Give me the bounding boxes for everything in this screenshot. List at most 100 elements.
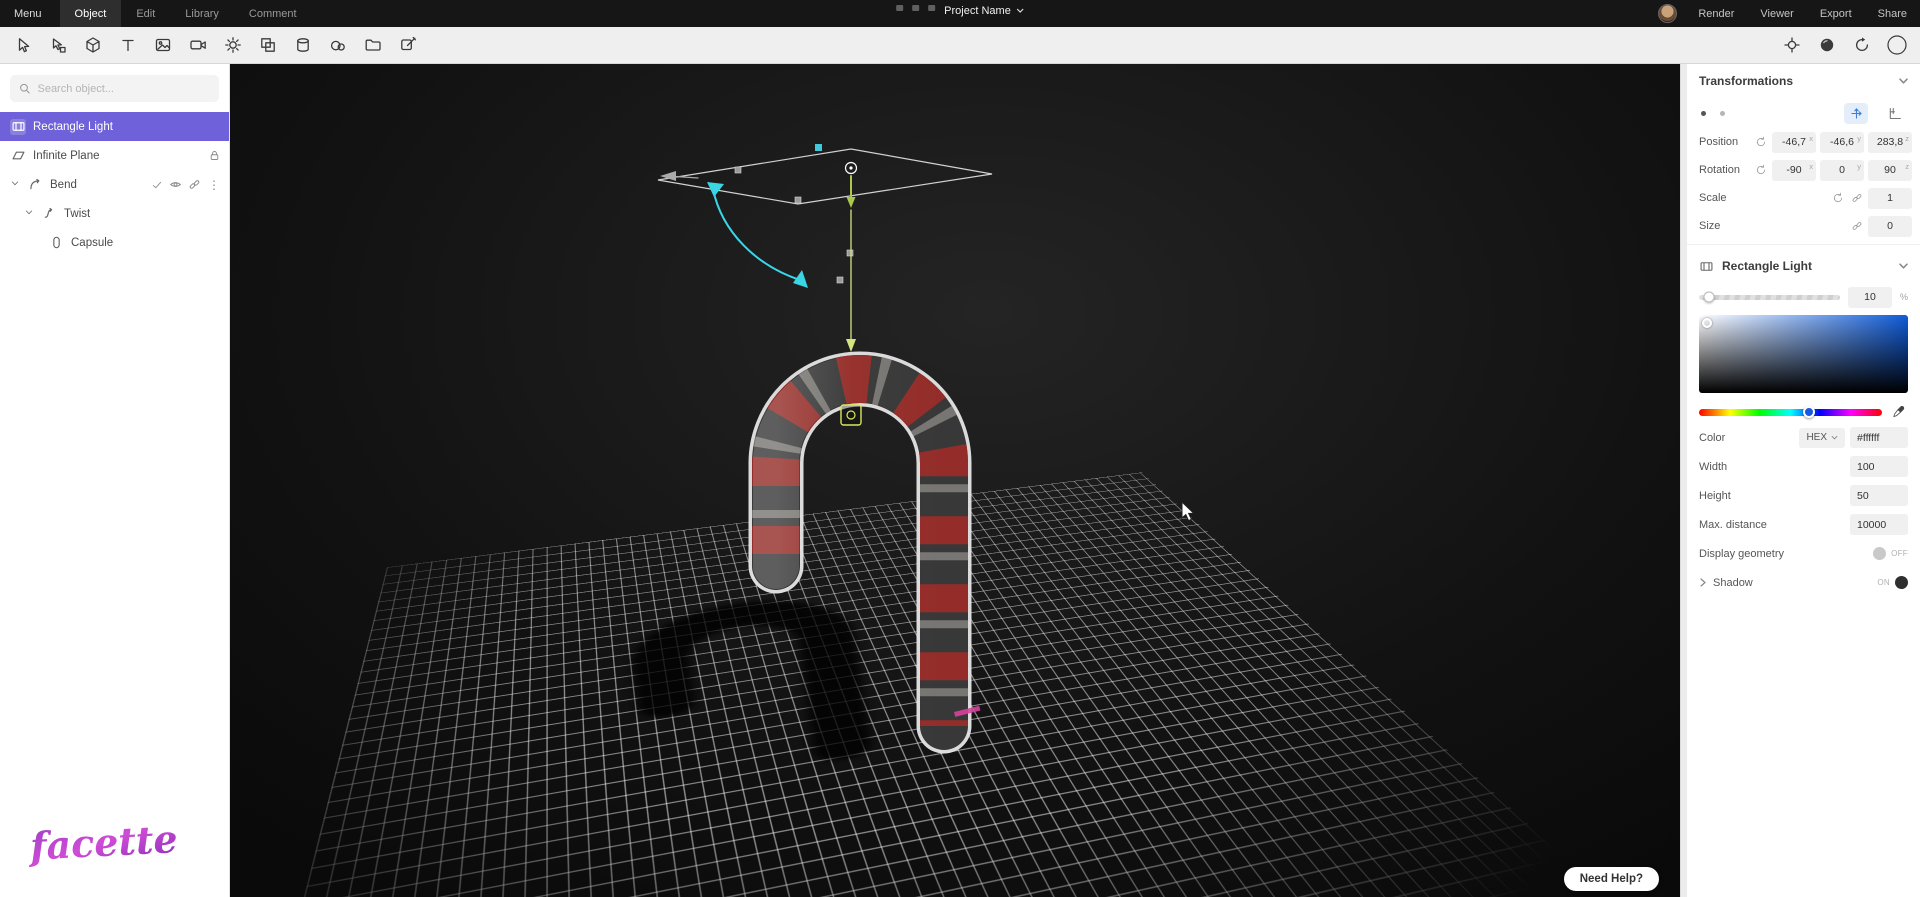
tab-library[interactable]: Library bbox=[170, 0, 234, 27]
folder-tool-button[interactable] bbox=[358, 30, 388, 60]
user-avatar[interactable] bbox=[1658, 4, 1678, 23]
reset-scale-icon[interactable] bbox=[1830, 191, 1845, 206]
max-distance-row: Max. distance 10000 bbox=[1687, 510, 1920, 539]
intensity-slider[interactable] bbox=[1699, 291, 1840, 303]
hue-slider[interactable] bbox=[1699, 406, 1882, 418]
hue-handle[interactable] bbox=[1802, 406, 1815, 418]
light-icon bbox=[225, 37, 241, 53]
size-input[interactable]: 0 bbox=[1868, 215, 1912, 237]
history-button[interactable] bbox=[1847, 30, 1877, 60]
display-geometry-toggle[interactable] bbox=[1873, 547, 1887, 560]
material-preview-button[interactable] bbox=[1812, 30, 1842, 60]
reset-position-icon[interactable] bbox=[1753, 135, 1768, 150]
boolean-tool-button[interactable] bbox=[253, 30, 283, 60]
text-icon bbox=[122, 39, 134, 52]
select-tool-button[interactable] bbox=[8, 30, 38, 60]
hex-value-input[interactable]: #ffffff bbox=[1850, 427, 1908, 448]
color-picker-handle[interactable] bbox=[1702, 318, 1712, 328]
layer-bend[interactable]: Bend ⋮ bbox=[0, 170, 229, 199]
expand-chevron-icon[interactable] bbox=[10, 178, 20, 191]
tab-edit[interactable]: Edit bbox=[121, 0, 170, 27]
scene-3d[interactable] bbox=[230, 64, 1687, 897]
render-button[interactable]: Render bbox=[1685, 8, 1747, 20]
viewer-button[interactable]: Viewer bbox=[1747, 8, 1806, 20]
position-z-input[interactable]: 283,8 z bbox=[1868, 131, 1912, 153]
camera-tool-button[interactable] bbox=[183, 30, 213, 60]
rotation-x-input[interactable]: -90 x bbox=[1772, 159, 1816, 181]
viewport-scrollbar[interactable] bbox=[1680, 64, 1687, 897]
layer-infinite-plane[interactable]: Infinite Plane bbox=[0, 141, 229, 170]
slider-handle[interactable] bbox=[1703, 291, 1715, 303]
axes-mode-button[interactable] bbox=[1844, 102, 1868, 124]
position-x-input[interactable]: -46,7 x bbox=[1772, 131, 1816, 153]
width-input[interactable]: 100 bbox=[1850, 456, 1908, 477]
lock-icon[interactable] bbox=[208, 149, 221, 162]
project-name-menu[interactable]: Project Name bbox=[944, 5, 1024, 17]
scale-input[interactable]: 1 bbox=[1868, 187, 1912, 209]
eyedropper-icon[interactable] bbox=[1890, 403, 1908, 421]
gizmo-handle[interactable] bbox=[836, 276, 844, 284]
max-distance-label: Max. distance bbox=[1699, 518, 1767, 531]
tab-object[interactable]: Object bbox=[59, 0, 122, 27]
eye-icon[interactable] bbox=[169, 178, 182, 191]
gizmo-handle[interactable] bbox=[794, 196, 802, 204]
green-axis-arrow-head bbox=[846, 197, 856, 208]
rectangle-light-section-header[interactable]: Rectangle Light bbox=[1687, 249, 1920, 283]
chevron-down-icon[interactable] bbox=[1899, 75, 1908, 87]
gizmo-handle[interactable] bbox=[734, 166, 742, 174]
circle-icon bbox=[1887, 35, 1907, 55]
tab-comment[interactable]: Comment bbox=[234, 0, 312, 27]
chevron-right-icon[interactable] bbox=[1699, 578, 1707, 587]
image-tool-button[interactable] bbox=[148, 30, 178, 60]
search-input[interactable] bbox=[37, 82, 211, 95]
rotation-z-input[interactable]: 90 z bbox=[1868, 159, 1912, 181]
shadow-toggle[interactable] bbox=[1895, 576, 1908, 589]
light-target-handle[interactable] bbox=[840, 404, 862, 426]
check-icon[interactable] bbox=[151, 179, 163, 191]
app-window: Menu Object Edit Library Comment Project… bbox=[0, 0, 1920, 897]
focus-view-button[interactable] bbox=[1777, 30, 1807, 60]
cylinder-tool-button[interactable] bbox=[288, 30, 318, 60]
primitive-tool-button[interactable] bbox=[78, 30, 108, 60]
chevron-down-icon[interactable] bbox=[1899, 260, 1908, 272]
gizmo-handle[interactable] bbox=[846, 249, 854, 257]
text-tool-button[interactable] bbox=[113, 30, 143, 60]
viewport-3d[interactable]: Need Help? bbox=[230, 64, 1687, 897]
expand-chevron-icon[interactable] bbox=[24, 207, 34, 220]
draw-tool-button[interactable] bbox=[393, 30, 423, 60]
position-y-input[interactable]: -46,6 y bbox=[1820, 131, 1864, 153]
help-button[interactable]: Need Help? bbox=[1563, 867, 1659, 891]
color-saturation-area[interactable] bbox=[1699, 315, 1908, 393]
link-icon[interactable] bbox=[188, 178, 201, 191]
pivot-dot-button-2[interactable] bbox=[1720, 110, 1725, 116]
pivot-dot-button[interactable] bbox=[1701, 110, 1706, 116]
node-tool-button[interactable] bbox=[43, 30, 73, 60]
blob-tool-button[interactable] bbox=[323, 30, 353, 60]
scale-row: Scale 1 bbox=[1687, 184, 1920, 212]
max-distance-input[interactable]: 10000 bbox=[1850, 514, 1908, 535]
link-scale-icon[interactable] bbox=[1849, 191, 1864, 206]
share-button[interactable]: Share bbox=[1865, 8, 1920, 20]
layer-capsule[interactable]: Capsule bbox=[0, 228, 229, 257]
export-button[interactable]: Export bbox=[1807, 8, 1865, 20]
render-preview-button[interactable] bbox=[1882, 30, 1912, 60]
cropped-toolbar-icon bbox=[912, 4, 920, 11]
menu-button[interactable]: Menu bbox=[0, 8, 60, 20]
light-tool-button[interactable] bbox=[218, 30, 248, 60]
rotate-arrow-icon bbox=[1855, 37, 1869, 52]
display-geometry-label: Display geometry bbox=[1699, 547, 1784, 560]
link-size-icon[interactable] bbox=[1849, 219, 1864, 234]
display-geometry-row: Display geometry OFF bbox=[1687, 539, 1920, 568]
layer-rectangle-light[interactable]: Rectangle Light bbox=[0, 112, 229, 141]
cyan-handle-cube[interactable] bbox=[815, 144, 822, 151]
layer-twist[interactable]: Twist bbox=[0, 199, 229, 228]
height-input[interactable]: 50 bbox=[1850, 485, 1908, 506]
intensity-input[interactable]: 10 bbox=[1847, 286, 1892, 308]
reset-rotation-icon[interactable] bbox=[1753, 163, 1768, 178]
color-mode-select[interactable]: HEX bbox=[1799, 427, 1845, 448]
more-options-icon[interactable]: ⋮ bbox=[207, 179, 221, 191]
pivot-mode-button[interactable] bbox=[1882, 103, 1906, 124]
rotation-y-input[interactable]: 0y bbox=[1820, 159, 1864, 181]
pen-icon bbox=[401, 36, 417, 51]
transformations-header[interactable]: Transformations bbox=[1687, 64, 1920, 98]
